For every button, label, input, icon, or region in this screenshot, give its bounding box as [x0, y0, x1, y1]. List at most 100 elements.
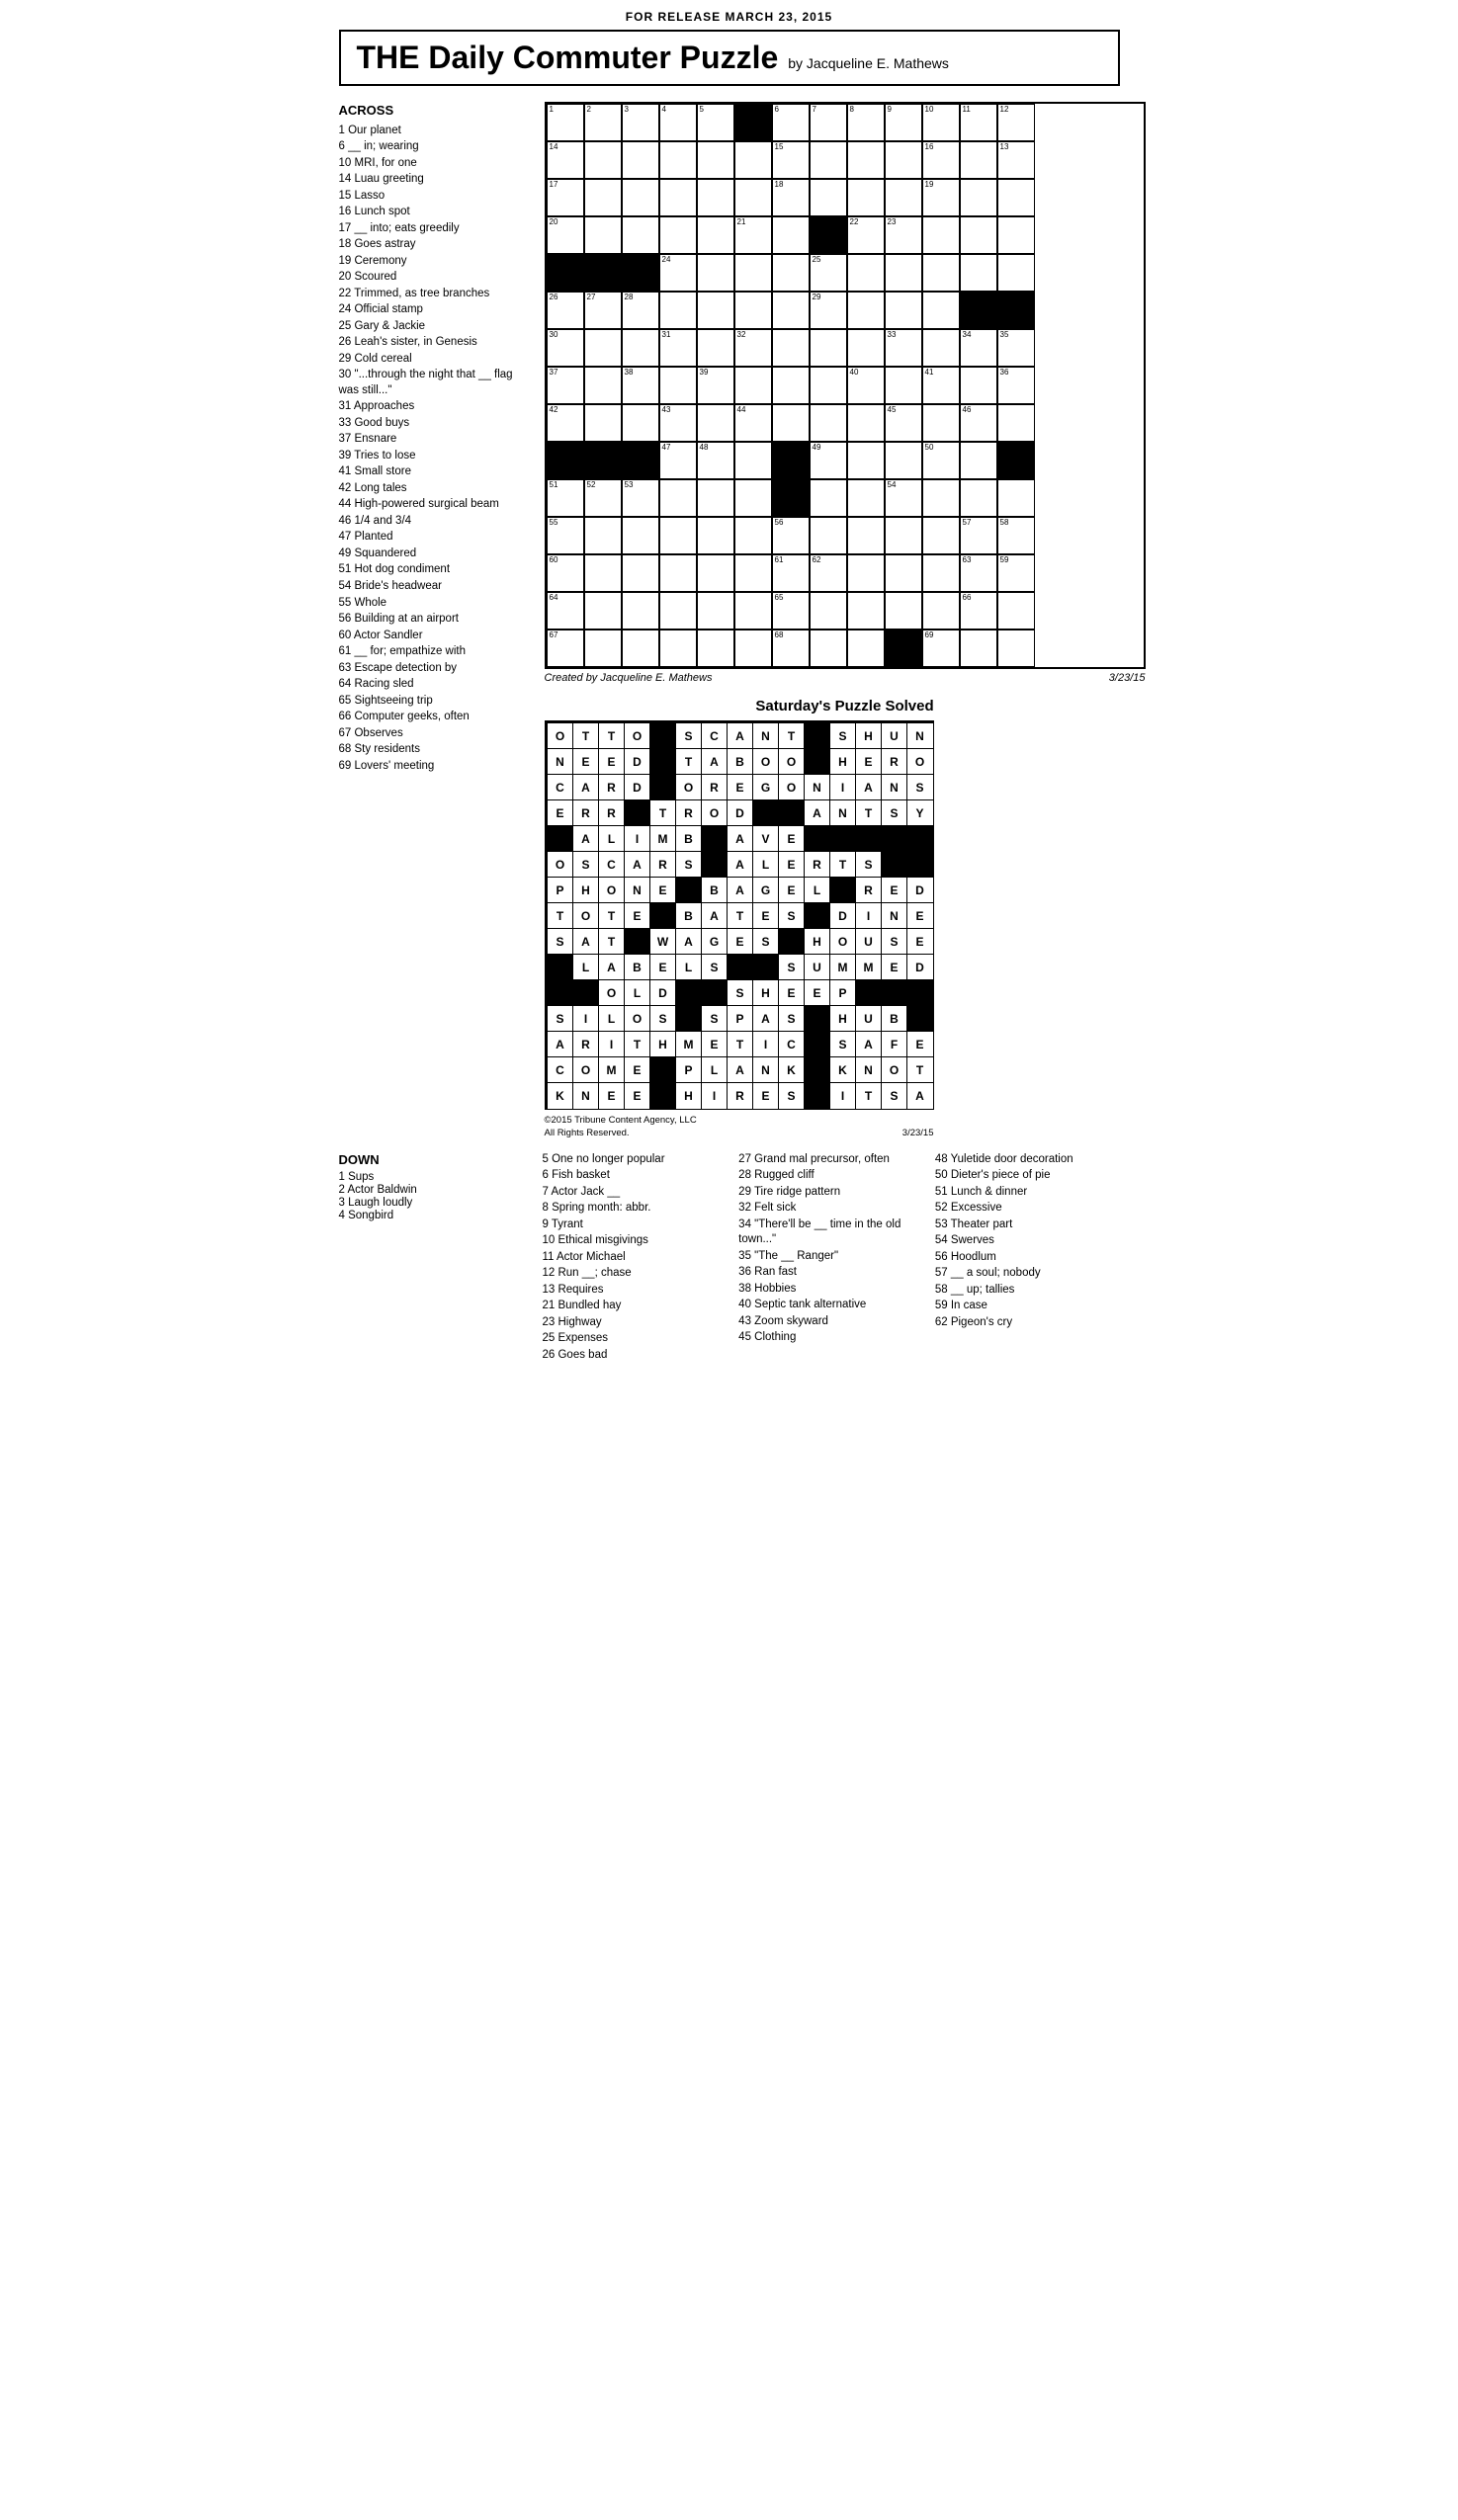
grid-cell-r1-c10: 16 [922, 141, 960, 179]
grid-cell-r2-c10: 19 [922, 179, 960, 216]
solved-cell-r9-c8 [752, 954, 780, 981]
grid-cell-r13-c3 [659, 592, 697, 630]
solved-cell-r9-c5: L [675, 954, 703, 981]
grid-cell-r6-c12: 35 [997, 329, 1035, 367]
grid-cell-r7-c4: 39 [697, 367, 734, 404]
grid-cell-r12-c2 [622, 554, 659, 592]
solved-cell-r6-c7: A [727, 877, 754, 904]
solved-cell-r8-c2: T [598, 928, 626, 956]
solved-cell-r14-c6: I [701, 1082, 729, 1110]
grid-cell-r13-c11: 66 [960, 592, 997, 630]
grid-footer-left: Created by Jacqueline E. Mathews [545, 672, 713, 684]
across-clue-68: 68 Sty residents [339, 742, 527, 758]
down-clue-43: 43 Zoom skyward [738, 1314, 923, 1330]
solved-cell-r1-c6: A [701, 748, 729, 776]
down-clue-10: 10 Ethical misgivings [543, 1233, 728, 1249]
grid-cell-r14-c11 [960, 630, 997, 667]
grid-cell-r8-c8 [847, 404, 885, 442]
right-panel: 1234567891011121415161317181920212223242… [545, 102, 1146, 1140]
grid-cell-r9-c12 [997, 442, 1035, 479]
grid-cell-r5-c12 [997, 292, 1035, 329]
solved-cell-r11-c1: I [572, 1005, 600, 1033]
solved-cell-r1-c10 [804, 748, 831, 776]
grid-cell-r4-c11 [960, 254, 997, 292]
down-clue-27: 27 Grand mal precursor, often [738, 1152, 923, 1168]
down-clue-13: 13 Requires [543, 1283, 728, 1299]
solved-cell-r13-c3: E [624, 1056, 651, 1084]
solved-cell-r10-c5 [675, 979, 703, 1007]
grid-cell-r5-c11 [960, 292, 997, 329]
solved-cell-r5-c4: R [649, 851, 677, 879]
solved-cell-r6-c9: E [778, 877, 806, 904]
solved-cell-r10-c14 [906, 979, 934, 1007]
solved-cell-r8-c8: S [752, 928, 780, 956]
grid-cell-r0-c11: 11 [960, 104, 997, 141]
across-clues-panel: ACROSS 1 Our planet6 __ in; wearing10 MR… [339, 102, 527, 1140]
solved-cell-r7-c8: E [752, 902, 780, 930]
solved-cell-r14-c0: K [547, 1082, 574, 1110]
down-clue-62: 62 Pigeon's cry [935, 1315, 1120, 1331]
solved-cell-r7-c5: B [675, 902, 703, 930]
grid-cell-r0-c9: 9 [885, 104, 922, 141]
solved-cell-r14-c9: S [778, 1082, 806, 1110]
solved-cell-r11-c13: B [881, 1005, 908, 1033]
solved-cell-r3-c10: A [804, 799, 831, 827]
solved-cell-r9-c6: S [701, 954, 729, 981]
grid-cell-r12-c10 [922, 554, 960, 592]
grid-cell-r7-c6 [772, 367, 810, 404]
grid-cell-r1-c4 [697, 141, 734, 179]
grid-cell-r14-c3 [659, 630, 697, 667]
solved-cell-r5-c8: L [752, 851, 780, 879]
down-clue-2: 2 Actor Baldwin [339, 1184, 527, 1196]
across-clue-31: 31 Approaches [339, 399, 527, 415]
grid-cell-r11-c12: 58 [997, 517, 1035, 554]
grid-cell-r11-c7 [810, 517, 847, 554]
solved-cell-r10-c8: H [752, 979, 780, 1007]
solved-cell-r11-c5 [675, 1005, 703, 1033]
grid-cell-r2-c3 [659, 179, 697, 216]
grid-cell-r10-c5 [734, 479, 772, 517]
across-clue-22: 22 Trimmed, as tree branches [339, 287, 527, 302]
solved-cell-r13-c12: N [855, 1056, 883, 1084]
grid-cell-r5-c8 [847, 292, 885, 329]
solved-cell-r2-c8: G [752, 774, 780, 801]
grid-cell-r11-c2 [622, 517, 659, 554]
grid-cell-r10-c1: 52 [584, 479, 622, 517]
grid-cell-r13-c0: 64 [547, 592, 584, 630]
solved-cell-r3-c14: Y [906, 799, 934, 827]
solved-cell-r9-c11: M [829, 954, 857, 981]
solved-footer: ©2015 Tribune Content Agency, LLC All Ri… [545, 1114, 934, 1140]
grid-cell-r9-c2 [622, 442, 659, 479]
grid-cell-r9-c3: 47 [659, 442, 697, 479]
grid-cell-r9-c1 [584, 442, 622, 479]
solved-cell-r12-c2: I [598, 1031, 626, 1058]
solved-cell-r6-c8: G [752, 877, 780, 904]
solved-cell-r6-c12: R [855, 877, 883, 904]
solved-cell-r6-c4: E [649, 877, 677, 904]
grid-cell-r3-c4 [697, 216, 734, 254]
solved-cell-r3-c5: R [675, 799, 703, 827]
solved-cell-r12-c1: R [572, 1031, 600, 1058]
grid-cell-r7-c3 [659, 367, 697, 404]
grid-cell-r10-c7 [810, 479, 847, 517]
grid-cell-r14-c2 [622, 630, 659, 667]
grid-cell-r8-c10 [922, 404, 960, 442]
solved-cell-r14-c10 [804, 1082, 831, 1110]
down-clue-32: 32 Felt sick [738, 1201, 923, 1217]
solved-cell-r1-c11: H [829, 748, 857, 776]
grid-cell-r9-c4: 48 [697, 442, 734, 479]
solved-cell-r9-c4: E [649, 954, 677, 981]
solved-cell-r11-c6: S [701, 1005, 729, 1033]
down-clue-51: 51 Lunch & dinner [935, 1185, 1120, 1201]
down-clue-1: 1 Sups [339, 1171, 527, 1183]
grid-cell-r3-c7 [810, 216, 847, 254]
solved-cell-r6-c5 [675, 877, 703, 904]
solved-cell-r3-c4: T [649, 799, 677, 827]
grid-cell-r7-c7 [810, 367, 847, 404]
solved-cell-r4-c4: M [649, 825, 677, 853]
across-clue-47: 47 Planted [339, 530, 527, 546]
grid-cell-r11-c6: 56 [772, 517, 810, 554]
solved-cell-r3-c1: R [572, 799, 600, 827]
solved-cell-r0-c0: O [547, 722, 574, 750]
down-clues-panel: DOWN 1 Sups2 Actor Baldwin3 Laugh loudly… [339, 1152, 527, 1365]
